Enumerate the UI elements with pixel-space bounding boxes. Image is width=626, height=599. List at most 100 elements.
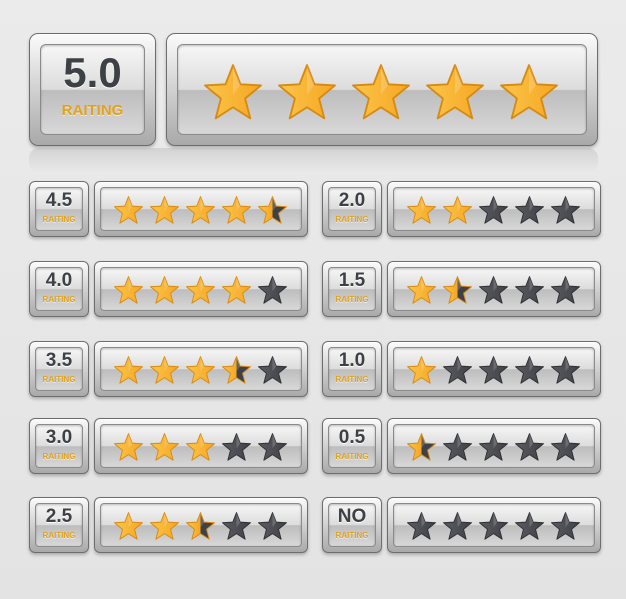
- score-value: 1.0: [338, 350, 366, 371]
- score-badge-inset: 2.5 RAITING: [35, 503, 83, 547]
- score-value: NO: [337, 506, 367, 527]
- star-bar: [387, 261, 601, 317]
- star-empty-icon: [479, 433, 508, 461]
- star-filled-icon: [114, 276, 143, 304]
- score-value: 3.5: [45, 350, 73, 371]
- rating-label: RAITING: [335, 295, 369, 304]
- score-value: 0.5: [338, 427, 366, 448]
- star-row: [406, 432, 581, 463]
- score-badge-inset: 3.5 RAITING: [35, 347, 83, 391]
- star-empty-icon: [443, 512, 472, 540]
- star-row: [113, 355, 288, 386]
- star-empty-icon: [551, 433, 580, 461]
- rating-label: RAITING: [335, 215, 369, 224]
- star-filled-icon: [114, 196, 143, 224]
- rating-label: RAITING: [61, 102, 124, 119]
- star-filled-icon: [204, 64, 262, 120]
- star-half-icon: [186, 512, 215, 540]
- score-badge: 2.0 RAITING: [322, 181, 382, 237]
- star-filled-icon: [443, 196, 472, 224]
- star-empty-icon: [479, 512, 508, 540]
- star-row: [113, 195, 288, 226]
- star-half-icon: [258, 196, 287, 224]
- score-badge-inset: 4.5 RAITING: [35, 187, 83, 231]
- rating-label: RAITING: [42, 295, 76, 304]
- score-badge: 3.5 RAITING: [29, 341, 89, 397]
- star-filled-icon: [150, 196, 179, 224]
- score-badge-inset: NO RAITING: [328, 503, 376, 547]
- star-filled-icon: [114, 356, 143, 384]
- star-bar-inset: [393, 267, 595, 311]
- star-filled-icon: [186, 356, 215, 384]
- star-bar-inset: [100, 347, 302, 391]
- star-bar-inset: [100, 187, 302, 231]
- star-empty-icon: [407, 512, 436, 540]
- score-badge: 1.0 RAITING: [322, 341, 382, 397]
- star-empty-icon: [515, 512, 544, 540]
- star-empty-icon: [515, 196, 544, 224]
- star-bar-inset: [393, 503, 595, 547]
- rating-label: RAITING: [42, 452, 76, 461]
- star-filled-icon: [352, 64, 410, 120]
- star-empty-icon: [515, 356, 544, 384]
- star-bar: [166, 33, 598, 146]
- star-filled-icon: [150, 512, 179, 540]
- star-row: [406, 355, 581, 386]
- score-value: 1.5: [338, 270, 366, 291]
- rating-label: RAITING: [42, 375, 76, 384]
- star-empty-icon: [222, 433, 251, 461]
- score-badge-inset: 1.5 RAITING: [328, 267, 376, 311]
- score-badge: NO RAITING: [322, 497, 382, 553]
- star-bar-inset: [177, 44, 587, 135]
- star-bar: [94, 261, 308, 317]
- star-filled-icon: [222, 196, 251, 224]
- score-value: 2.5: [45, 506, 73, 527]
- star-bar: [94, 497, 308, 553]
- star-bar-inset: [393, 347, 595, 391]
- rating-label: RAITING: [335, 531, 369, 540]
- score-badge: 4.0 RAITING: [29, 261, 89, 317]
- star-filled-icon: [150, 356, 179, 384]
- star-empty-icon: [515, 433, 544, 461]
- star-filled-icon: [222, 276, 251, 304]
- star-empty-icon: [479, 196, 508, 224]
- star-filled-icon: [407, 356, 436, 384]
- score-value: 2.0: [338, 190, 366, 211]
- star-row: [406, 195, 581, 226]
- star-bar-inset: [100, 424, 302, 468]
- star-row: [113, 511, 288, 542]
- star-empty-icon: [443, 356, 472, 384]
- star-empty-icon: [551, 196, 580, 224]
- star-bar-inset: [100, 267, 302, 311]
- star-bar-inset: [393, 424, 595, 468]
- star-empty-icon: [258, 356, 287, 384]
- score-badge-inset: 1.0 RAITING: [328, 347, 376, 391]
- star-empty-icon: [443, 433, 472, 461]
- star-empty-icon: [551, 276, 580, 304]
- star-filled-icon: [186, 276, 215, 304]
- score-badge: 4.5 RAITING: [29, 181, 89, 237]
- star-half-icon: [407, 433, 436, 461]
- star-filled-icon: [150, 276, 179, 304]
- score-badge: 3.0 RAITING: [29, 418, 89, 474]
- rating-label: RAITING: [335, 375, 369, 384]
- star-filled-icon: [114, 512, 143, 540]
- star-empty-icon: [258, 512, 287, 540]
- score-value: 4.0: [45, 270, 73, 291]
- score-badge: 5.0 RAITING: [29, 33, 156, 146]
- star-empty-icon: [551, 512, 580, 540]
- score-badge-inset: 4.0 RAITING: [35, 267, 83, 311]
- star-empty-icon: [551, 356, 580, 384]
- rating-label: RAITING: [42, 215, 76, 224]
- score-value: 3.0: [45, 427, 73, 448]
- rating-label: RAITING: [42, 531, 76, 540]
- score-value: 5.0: [63, 49, 122, 96]
- star-half-icon: [443, 276, 472, 304]
- star-row: [406, 275, 581, 306]
- star-filled-icon: [500, 64, 558, 120]
- star-filled-icon: [186, 433, 215, 461]
- star-row: [406, 511, 581, 542]
- score-badge-inset: 0.5 RAITING: [328, 424, 376, 468]
- star-row: [113, 275, 288, 306]
- score-badge-inset: 5.0 RAITING: [40, 44, 145, 135]
